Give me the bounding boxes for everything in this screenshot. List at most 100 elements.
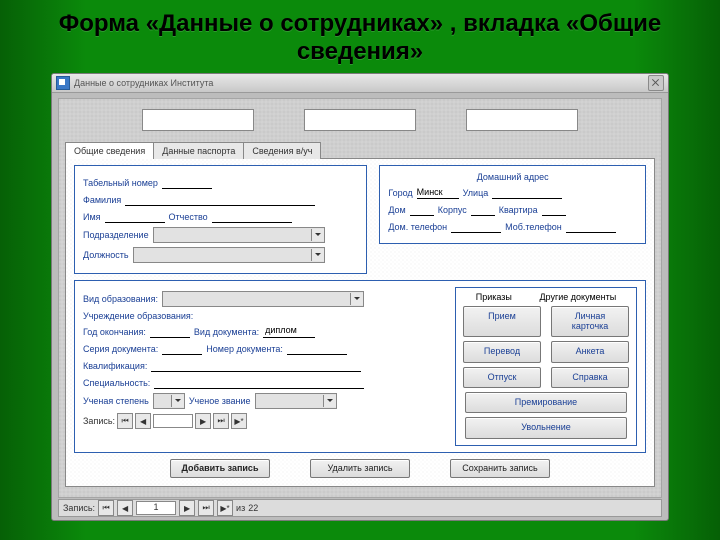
record-actions: Добавить запись Удалить запись Сохранить… xyxy=(74,459,646,478)
status-bar: Запись: ⏮ ◀ 1 ▶ ⏭ ▶* из 22 xyxy=(58,499,662,517)
nav-position[interactable] xyxy=(153,414,193,428)
combo-edu-kind[interactable] xyxy=(162,291,364,307)
status-total: 22 xyxy=(248,503,258,513)
field-phone[interactable] xyxy=(451,220,501,233)
status-nav-first-icon[interactable]: ⏮ xyxy=(98,500,114,516)
combo-degree[interactable] xyxy=(153,393,185,409)
chevron-down-icon xyxy=(171,395,184,407)
label-edu-kind: Вид образования: xyxy=(83,294,158,304)
window-title: Данные о сотрудниках Института xyxy=(74,78,213,88)
status-of: из xyxy=(236,503,245,513)
field-edu-year[interactable] xyxy=(150,325,190,338)
app-window: Данные о сотрудниках Института Общие све… xyxy=(51,73,669,521)
label-specialty: Специальность: xyxy=(83,378,150,388)
button-card[interactable]: Личная карточка xyxy=(551,306,629,337)
label-doc-number: Номер документа: xyxy=(206,344,283,354)
label-flat: Квартира xyxy=(499,205,538,215)
field-tabnum[interactable] xyxy=(162,176,212,189)
combo-rank[interactable] xyxy=(255,393,337,409)
tab-strip: Общие сведения Данные паспорта Сведения … xyxy=(59,141,661,158)
nav-new-icon[interactable]: ▶* xyxy=(231,413,247,429)
label-house: Дом xyxy=(388,205,405,215)
docs-heading: Другие документы xyxy=(539,292,616,302)
button-transfer[interactable]: Перевод xyxy=(463,341,541,362)
field-doc-number[interactable] xyxy=(287,342,347,355)
nav-label: Запись: xyxy=(83,416,115,426)
field-firstname[interactable] xyxy=(105,210,165,223)
label-phone: Дом. телефон xyxy=(388,222,447,232)
label-department: Подразделение xyxy=(83,230,149,240)
top-button-3[interactable] xyxy=(466,109,578,131)
tab-general[interactable]: Общие сведения xyxy=(65,142,154,159)
status-nav-prev-icon[interactable]: ◀ xyxy=(117,500,133,516)
top-button-1[interactable] xyxy=(142,109,254,131)
button-bonus[interactable]: Премирование xyxy=(465,392,627,413)
close-icon[interactable] xyxy=(648,75,664,91)
group-person: Табельный номер Фамилия Имя Отчество Под… xyxy=(74,165,367,274)
top-button-2[interactable] xyxy=(304,109,416,131)
label-degree: Ученая степень xyxy=(83,396,149,406)
field-qualification[interactable] xyxy=(151,359,361,372)
nav-prev-icon[interactable]: ◀ xyxy=(135,413,151,429)
status-nav-new-icon[interactable]: ▶* xyxy=(217,500,233,516)
chevron-down-icon xyxy=(311,249,324,261)
label-rank: Ученое звание xyxy=(189,396,251,406)
field-doctype[interactable]: диплом xyxy=(263,325,315,338)
label-edu-inst: Учреждение образования: xyxy=(83,311,193,321)
button-vacation[interactable]: Отпуск xyxy=(463,367,541,388)
field-patronymic[interactable] xyxy=(212,210,292,223)
label-mobile: Моб.телефон xyxy=(505,222,562,232)
status-label: Запись: xyxy=(63,503,95,513)
field-mobile[interactable] xyxy=(566,220,616,233)
app-icon xyxy=(56,76,70,90)
label-doctype: Вид документа: xyxy=(194,327,259,337)
tab-page-general: Табельный номер Фамилия Имя Отчество Под… xyxy=(65,158,655,487)
subform-nav: Запись: ⏮ ◀ ▶ ⏭ ▶* xyxy=(83,413,447,429)
combo-post[interactable] xyxy=(133,247,325,263)
field-specialty[interactable] xyxy=(154,376,364,389)
button-save-record[interactable]: Сохранить запись xyxy=(450,459,550,478)
button-cert[interactable]: Справка xyxy=(551,367,629,388)
combo-department[interactable] xyxy=(153,227,325,243)
group-orders: Приказы Другие документы Прием Личная ка… xyxy=(455,287,637,446)
field-lastname[interactable] xyxy=(125,193,315,206)
button-delete-record[interactable]: Удалить запись xyxy=(310,459,410,478)
label-patronymic: Отчество xyxy=(169,212,208,222)
status-nav-last-icon[interactable]: ⏭ xyxy=(198,500,214,516)
label-city: Город xyxy=(388,188,412,198)
titlebar: Данные о сотрудниках Института xyxy=(52,74,668,93)
tab-passport[interactable]: Данные паспорта xyxy=(153,142,244,159)
orders-heading: Приказы xyxy=(476,292,512,302)
status-position[interactable]: 1 xyxy=(136,501,176,515)
label-qualification: Квалификация: xyxy=(83,361,147,371)
label-tabnum: Табельный номер xyxy=(83,178,158,188)
button-fire[interactable]: Увольнение xyxy=(465,417,627,438)
group-education-orders: Вид образования: Учреждение образования:… xyxy=(74,280,646,453)
nav-last-icon[interactable]: ⏭ xyxy=(213,413,229,429)
nav-next-icon[interactable]: ▶ xyxy=(195,413,211,429)
client-area: Общие сведения Данные паспорта Сведения … xyxy=(58,98,662,498)
field-doc-series[interactable] xyxy=(162,342,202,355)
label-building: Корпус xyxy=(438,205,467,215)
button-form[interactable]: Анкета xyxy=(551,341,629,362)
field-house[interactable] xyxy=(410,203,434,216)
button-add-record[interactable]: Добавить запись xyxy=(170,459,270,478)
field-city[interactable] xyxy=(417,186,459,199)
chevron-down-icon xyxy=(323,395,336,407)
address-heading: Домашний адрес xyxy=(388,172,637,182)
status-nav-next-icon[interactable]: ▶ xyxy=(179,500,195,516)
chevron-down-icon xyxy=(311,229,324,241)
button-hire[interactable]: Прием xyxy=(463,306,541,337)
label-lastname: Фамилия xyxy=(83,195,121,205)
field-street[interactable] xyxy=(492,186,562,199)
label-edu-year: Год окончания: xyxy=(83,327,146,337)
slide-title: Форма «Данные о сотрудниках» , вкладка «… xyxy=(0,0,720,69)
group-address: Домашний адрес Город Улица Дом Корпус Кв… xyxy=(379,165,646,244)
field-building[interactable] xyxy=(471,203,495,216)
field-flat[interactable] xyxy=(542,203,566,216)
tab-military[interactable]: Сведения в/уч xyxy=(243,142,321,159)
label-post: Должность xyxy=(83,250,129,260)
chevron-down-icon xyxy=(350,293,363,305)
label-doc-series: Серия документа: xyxy=(83,344,158,354)
nav-first-icon[interactable]: ⏮ xyxy=(117,413,133,429)
